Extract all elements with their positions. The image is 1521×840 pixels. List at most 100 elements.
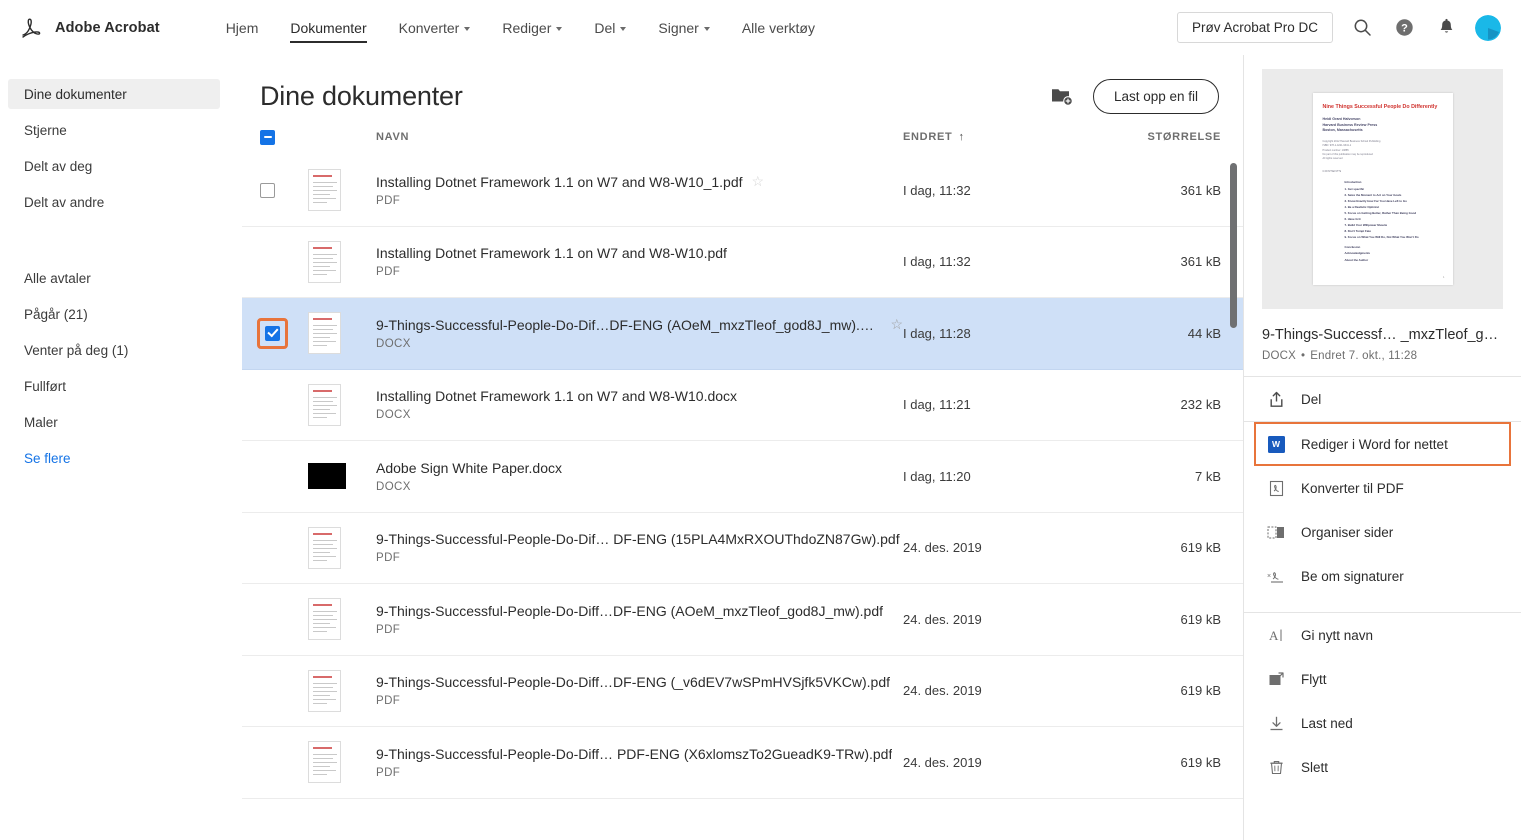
preview-doc-author: Heidi Grant Halvorson Harvard Business R… [1323, 117, 1443, 134]
row-checkbox-checked[interactable] [265, 325, 280, 341]
file-size: 619 kB [1180, 540, 1221, 556]
action-request-signatures[interactable]: × Be om signaturer [1244, 554, 1521, 598]
star-icon[interactable]: ☆ [890, 316, 903, 333]
doc-page-thumbnail-icon [308, 312, 341, 355]
sidebar-item-se-flere[interactable]: Se flere [8, 443, 220, 473]
main-header-actions: Last opp en fil [1049, 78, 1219, 114]
checkbox-highlight-box [257, 317, 288, 349]
table-row[interactable]: Adobe Sign White Paper.docx DOCX I dag, … [242, 441, 1243, 513]
nav-item-signer[interactable]: Signer [642, 0, 725, 55]
action-rename[interactable]: A Gi nytt navn [1244, 613, 1521, 657]
pdf-page-thumbnail-icon [308, 169, 341, 212]
file-modified: 24. des. 2019 [903, 540, 982, 556]
action-label: Organiser sider [1301, 524, 1394, 540]
row-thumbnail-cell [308, 526, 376, 569]
nav-item-dokumenter[interactable]: Dokumenter [274, 0, 382, 55]
nav-item-konverter[interactable]: Konverter [383, 0, 487, 55]
preview-doc-title: Nine Things Successful People Do Differe… [1322, 104, 1438, 110]
svg-text:A: A [1269, 628, 1279, 643]
row-thumbnail-cell [308, 463, 376, 490]
nav-item-hjem[interactable]: Hjem [210, 0, 275, 55]
preview-page-number: 1 [1443, 276, 1445, 279]
sidebar-item-fullfort[interactable]: Fullført [8, 371, 220, 401]
action-convert-to-pdf[interactable]: Konverter til PDF [1244, 466, 1521, 510]
row-name-cell: 9-Things-Successful-People-Do-Diff… PDF-… [376, 746, 903, 779]
star-icon[interactable]: ☆ [752, 173, 765, 190]
action-share[interactable]: Del [1244, 377, 1521, 421]
details-file-info: DOCX • Endret 7. okt., 11:28 [1262, 350, 1503, 362]
row-name-cell: Installing Dotnet Framework 1.1 on W7 an… [376, 388, 903, 421]
table-row[interactable]: Installing Dotnet Framework 1.1 on W7 an… [242, 155, 1243, 227]
sidebar-item-dine-dokumenter[interactable]: Dine dokumenter [8, 79, 220, 109]
new-folder-icon[interactable] [1049, 83, 1075, 109]
sidebar-item-venter-pa-deg[interactable]: Venter på deg (1) [8, 335, 220, 365]
action-move[interactable]: Flytt [1244, 657, 1521, 701]
table-row-selected[interactable]: 9-Things-Successful-People-Do-Dif…DF-ENG… [242, 298, 1243, 370]
file-name: 9-Things-Successful-People-Do-Diff…DF-EN… [376, 674, 891, 691]
upload-file-button[interactable]: Last opp en fil [1092, 78, 1219, 114]
notification-icon[interactable] [1433, 15, 1459, 41]
nav-item-del[interactable]: Del [578, 0, 642, 55]
sidebar-item-label: Se flere [24, 450, 71, 466]
sidebar-item-pagar[interactable]: Pågår (21) [8, 299, 220, 329]
row-thumbnail-cell [308, 669, 376, 712]
preview-table-of-contents: Introduction 1. Get specific 2. Seize th… [1323, 179, 1443, 262]
sidebar-item-label: Fullført [24, 378, 66, 394]
adobe-acrobat-logo-icon [22, 17, 41, 38]
doc-page-thumbnail-icon [308, 669, 341, 712]
file-size: 619 kB [1180, 611, 1221, 627]
help-icon[interactable]: ? [1391, 15, 1417, 41]
action-label: Del [1301, 391, 1322, 407]
file-size: 361 kB [1180, 182, 1221, 198]
chevron-down-icon [556, 26, 563, 31]
trash-icon [1266, 759, 1286, 776]
table-row[interactable]: 9-Things-Successful-People-Do-Diff…DF-EN… [242, 584, 1243, 656]
file-type: PDF [376, 623, 401, 636]
action-edit-in-word-online[interactable]: W Rediger i Word for nettet [1254, 422, 1511, 466]
action-organize-pages[interactable]: Organiser sider [1244, 510, 1521, 554]
black-block-thumbnail-icon [308, 463, 346, 490]
row-checkbox[interactable] [260, 182, 275, 198]
sidebar-item-delt-av-andre[interactable]: Delt av andre [8, 187, 220, 217]
table-row[interactable]: Installing Dotnet Framework 1.1 on W7 an… [242, 369, 1243, 441]
avatar[interactable] [1475, 14, 1501, 41]
chevron-down-icon [703, 26, 710, 31]
try-acrobat-pro-button[interactable]: Prøv Acrobat Pro DC [1176, 12, 1333, 43]
file-modified: I dag, 11:20 [903, 468, 971, 484]
table-row[interactable]: 9-Things-Successful-People-Do-Diff… PDF-… [242, 727, 1243, 799]
column-header-size[interactable]: STØRRELSE [1093, 131, 1243, 143]
table-row[interactable]: 9-Things-Successful-People-Do-Dif… DF-EN… [242, 512, 1243, 584]
table-row[interactable]: Installing Dotnet Framework 1.1 on W7 an… [242, 226, 1243, 298]
file-size: 619 kB [1180, 683, 1221, 699]
action-label: Be om signaturer [1301, 568, 1404, 584]
word-icon: W [1266, 435, 1286, 453]
sidebar-item-stjerne[interactable]: Stjerne [8, 115, 220, 145]
file-modified: I dag, 11:32 [903, 254, 971, 270]
nav-item-label: Hjem [225, 19, 259, 36]
sidebar-item-label: Stjerne [24, 122, 67, 138]
file-list-scrollbar[interactable] [1230, 163, 1237, 328]
row-thumbnail-cell [308, 312, 376, 355]
toc-entry: About the Author [1344, 257, 1369, 262]
action-delete[interactable]: Slett [1244, 745, 1521, 789]
search-icon[interactable] [1349, 15, 1375, 41]
pdf-icon [1266, 480, 1286, 497]
column-header-modified[interactable]: ENDRET ↑ [903, 131, 1093, 143]
file-name: Installing Dotnet Framework 1.1 on W7 an… [376, 245, 727, 262]
file-type: DOCX [376, 409, 411, 422]
sidebar-item-alle-avtaler[interactable]: Alle avtaler [8, 263, 220, 293]
sidebar-item-maler[interactable]: Maler [8, 407, 220, 437]
action-download[interactable]: Last ned [1244, 701, 1521, 745]
file-list-area: Installing Dotnet Framework 1.1 on W7 an… [242, 155, 1243, 827]
nav-item-alle-verktoy[interactable]: Alle verktøy [726, 0, 831, 55]
file-type: PDF [376, 266, 401, 279]
select-all-checkbox[interactable] [260, 129, 275, 145]
table-row[interactable]: 9-Things-Successful-People-Do-Diff…DF-EN… [242, 655, 1243, 727]
file-modified: 24. des. 2019 [903, 754, 982, 770]
sidebar-item-delt-av-deg[interactable]: Delt av deg [8, 151, 220, 181]
page-body: Dine dokumenter Stjerne Delt av deg Delt… [0, 55, 1521, 840]
brand-logo-group[interactable]: Adobe Acrobat [18, 15, 160, 41]
nav-item-rediger[interactable]: Rediger [486, 0, 578, 55]
file-name: Installing Dotnet Framework 1.1 on W7 an… [376, 173, 743, 190]
column-header-name[interactable]: NAVN [376, 131, 903, 143]
